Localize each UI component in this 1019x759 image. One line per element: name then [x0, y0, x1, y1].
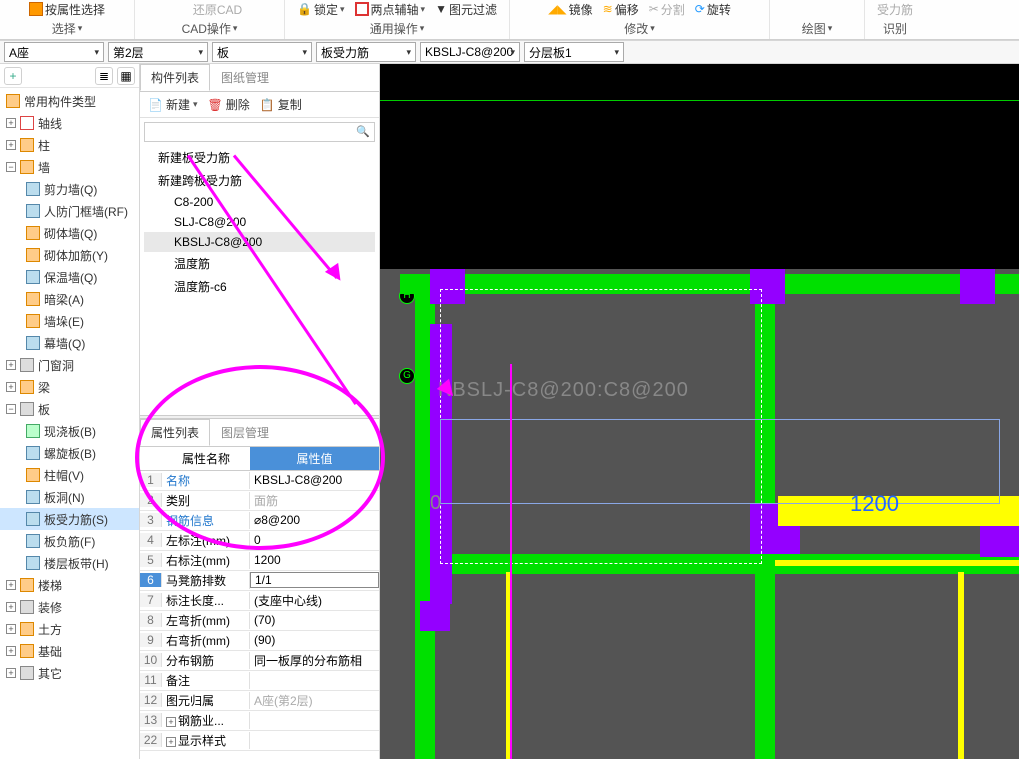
- prop-row[interactable]: 5右标注(mm)1200: [140, 551, 379, 571]
- prop-row[interactable]: 7标注长度...(支座中心线): [140, 591, 379, 611]
- tree-slabband[interactable]: 楼层板带(H): [0, 552, 139, 574]
- tree-masonry-bar[interactable]: 砌体加筋(Y): [0, 244, 139, 266]
- btn-rotate[interactable]: ⟳旋转: [695, 1, 731, 18]
- canvas-tag: KBSLJ-C8@200:C8@200: [438, 379, 689, 402]
- btn-two-axis[interactable]: 两点辅轴▾: [355, 1, 426, 18]
- combo-type[interactable]: 板受力筋: [316, 42, 416, 62]
- item-c8-200[interactable]: C8-200: [144, 192, 375, 212]
- prop-row[interactable]: 6马凳筋排数1/1: [140, 571, 379, 591]
- combo-cat[interactable]: 板: [212, 42, 312, 62]
- tree-decor[interactable]: +装修: [0, 596, 139, 618]
- prop-row[interactable]: 8左弯折(mm)(70): [140, 611, 379, 631]
- context-dropdown-bar: A座 第2层 板 板受力筋 KBSLJ-C8@200 分层板1: [0, 40, 1019, 64]
- tree-slabopen[interactable]: 板洞(N): [0, 486, 139, 508]
- combo-layer[interactable]: 分层板1: [524, 42, 624, 62]
- tree-masonry[interactable]: 砌体墙(Q): [0, 222, 139, 244]
- tree-spiralslab[interactable]: 螺旋板(B): [0, 442, 139, 464]
- prop-row[interactable]: 4左标注(mm)0: [140, 531, 379, 551]
- btn-copy-item[interactable]: 📋复制: [260, 96, 302, 113]
- prop-row[interactable]: 22+显示样式: [140, 731, 379, 751]
- search-input[interactable]: [144, 122, 375, 142]
- tree-other[interactable]: +其它: [0, 662, 139, 684]
- tree-common[interactable]: 常用构件类型: [0, 90, 139, 112]
- ribbon-group-modify: 修改: [624, 20, 648, 37]
- prop-row[interactable]: 10分布钢筋同一板厚的分布筋相: [140, 651, 379, 671]
- prop-row[interactable]: 9右弯折(mm)(90): [140, 631, 379, 651]
- tree-shearwall[interactable]: 剪力墙(Q): [0, 178, 139, 200]
- tab-component-list[interactable]: 构件列表: [140, 64, 210, 91]
- combo-floor[interactable]: 第2层: [108, 42, 208, 62]
- item-slj[interactable]: SLJ-C8@200: [144, 212, 375, 232]
- btn-new-item[interactable]: 📄新建▾: [148, 96, 198, 113]
- tab-prop-list[interactable]: 属性列表: [140, 419, 210, 446]
- prop-row[interactable]: 13+钢筋业...: [140, 711, 379, 731]
- dim-zero: 0: [430, 492, 441, 515]
- ribbon-group-cad: CAD操作: [182, 20, 231, 37]
- tree-curtain[interactable]: 幕墙(Q): [0, 332, 139, 354]
- tree-foundation[interactable]: +基础: [0, 640, 139, 662]
- tree-axis[interactable]: +轴线: [0, 112, 139, 134]
- btn-mirror[interactable]: ◢◣镜像: [548, 1, 592, 18]
- axis-marker-G: G: [399, 368, 415, 384]
- btn-offset[interactable]: ≋偏移: [603, 1, 639, 18]
- tree-opening[interactable]: +门窗洞: [0, 354, 139, 376]
- dim-1200: 1200: [850, 491, 899, 517]
- combo-building[interactable]: A座: [4, 42, 104, 62]
- btn-delete-item[interactable]: 🗑删除: [208, 96, 250, 113]
- prop-col-name: 属性名称: [162, 447, 250, 470]
- tree-beam[interactable]: +梁: [0, 376, 139, 398]
- tree-castslab[interactable]: 现浇板(B): [0, 420, 139, 442]
- btn-restore-cad[interactable]: 还原CAD: [177, 1, 242, 18]
- drawing-canvas[interactable]: 5 H G KBSLJ-C8@200:C8@200 1200 0: [380, 64, 1019, 759]
- tree-stair[interactable]: +楼梯: [0, 574, 139, 596]
- tree-insulation[interactable]: 保温墙(Q): [0, 266, 139, 288]
- tree-capcol[interactable]: 柱帽(V): [0, 464, 139, 486]
- tree-earth[interactable]: +土方: [0, 618, 139, 640]
- btn-attr-select[interactable]: 按属性选择: [29, 1, 105, 18]
- item-kbslj[interactable]: KBSLJ-C8@200: [144, 232, 375, 252]
- property-table: 1名称KBSLJ-C8@2002类别面筋3钢筋信息⌀8@2004左标注(mm)0…: [140, 471, 379, 759]
- tree-btn-grid[interactable]: ▦: [117, 67, 135, 85]
- btn-filter[interactable]: ▼图元过滤: [435, 1, 497, 18]
- tab-layer-mgmt[interactable]: 图层管理: [210, 419, 280, 446]
- tab-drawing-mgmt[interactable]: 图纸管理: [210, 64, 280, 91]
- nav-tree-panel: + ≣ ▦ 常用构件类型 +轴线 +柱 −墙 剪力墙(Q) 人防门框墙(RF) …: [0, 64, 140, 759]
- tree-btn-list[interactable]: ≣: [95, 67, 113, 85]
- ribbon-group-plot: 绘图: [802, 20, 826, 37]
- tree-wall[interactable]: −墙: [0, 156, 139, 178]
- middle-panel: 构件列表 图纸管理 📄新建▾ 🗑删除 📋复制 新建板受力筋 新建跨板受力筋 C8…: [140, 64, 380, 759]
- tree-wallstub[interactable]: 墙垛(E): [0, 310, 139, 332]
- prop-row[interactable]: 11备注: [140, 671, 379, 691]
- prop-row[interactable]: 12图元归属A座(第2层): [140, 691, 379, 711]
- ribbon-group-select: 选择: [52, 20, 76, 37]
- tree-column[interactable]: +柱: [0, 134, 139, 156]
- item-new-rebar[interactable]: 新建板受力筋: [144, 146, 375, 169]
- tree-slab-negbar[interactable]: 板负筋(F): [0, 530, 139, 552]
- ribbon-group-recognize: 识别: [883, 20, 907, 37]
- tree-rf[interactable]: 人防门框墙(RF): [0, 200, 139, 222]
- btn-rebar[interactable]: 受力筋: [877, 1, 913, 18]
- ribbon-group-general: 通用操作: [370, 20, 418, 37]
- combo-item[interactable]: KBSLJ-C8@200: [420, 42, 520, 62]
- prop-row[interactable]: 3钢筋信息⌀8@200: [140, 511, 379, 531]
- tree-hiddenbeam[interactable]: 暗梁(A): [0, 288, 139, 310]
- btn-lock[interactable]: 🔒锁定▾: [297, 1, 345, 18]
- tree-btn-add[interactable]: +: [4, 67, 22, 85]
- btn-split[interactable]: ✂分割: [649, 1, 685, 18]
- prop-col-value: 属性值: [250, 447, 379, 470]
- ribbon-toolbar: 按属性选择 选择▾ 还原CAD CAD操作▾ 🔒锁定▾ 两点辅轴▾ ▼图元过滤 …: [0, 0, 1019, 40]
- tree-slab[interactable]: −板: [0, 398, 139, 420]
- tree-slab-mainbar[interactable]: 板受力筋(S): [0, 508, 139, 530]
- prop-row[interactable]: 1名称KBSLJ-C8@200: [140, 471, 379, 491]
- prop-row[interactable]: 2类别面筋: [140, 491, 379, 511]
